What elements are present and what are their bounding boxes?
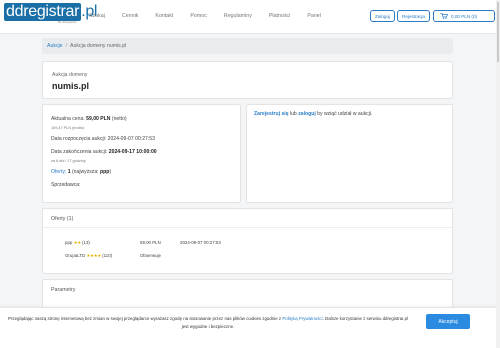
offers-count: 1 (67, 169, 71, 175)
offers-line: Oferty: 1 (najwyższa: ppp) (51, 169, 112, 175)
nav-help[interactable]: Pomoc (190, 13, 207, 19)
offers-link[interactable]: Oferty: (51, 169, 66, 175)
parameters-title: Parametry (51, 287, 76, 293)
register-button[interactable]: Rejestracja (397, 10, 430, 22)
star-rating-icon: ★★ (73, 240, 82, 245)
highest-bidder: ppp (100, 169, 110, 175)
login-link[interactable]: zaloguj (298, 111, 316, 117)
offers-panel: Oferty (1) ppp ★★ (13) 59,00 PLN 2024-09… (42, 208, 453, 274)
cart-button[interactable]: 0,00 PLN (0) (433, 10, 495, 22)
parameters-panel: Parametry (42, 279, 453, 309)
scrollbar-thumb[interactable] (497, 2, 499, 62)
breadcrumb-separator: / (65, 43, 68, 49)
watcher-user: GrupaLTD (65, 253, 86, 258)
gross-price: 109,47 PLN (brutto) (51, 126, 85, 130)
current-price-value: 59,00 PLN (86, 116, 111, 122)
domain-label: Aukcja domeny (52, 72, 88, 78)
nav-pricing[interactable]: Cennik (122, 13, 139, 19)
nav-contact[interactable]: Kontakt (155, 13, 173, 19)
register-link[interactable]: Zarejestruj się (254, 111, 289, 117)
offer-amount: 59,00 PLN (140, 240, 161, 245)
breadcrumb-current: Aukcja domeny numis.pl (70, 43, 127, 49)
domain-panel: Aukcja domeny numis.pl (42, 61, 453, 99)
logo-subtitle: By ddregistrar (58, 20, 77, 24)
logo-text: ddregistrar .pl (4, 3, 98, 21)
logo[interactable]: ddregistrar .pl By ddregistrar (4, 3, 98, 24)
cookie-text: Przeglądając naszą stronę internetową be… (8, 316, 408, 329)
current-price-line: Aktualna cena: 59,00 PLN (netto) (51, 116, 127, 122)
nav-search[interactable]: Szukaj (89, 13, 105, 19)
divider (43, 227, 452, 228)
time-remaining: za 6 dni i 17 godziny (51, 159, 86, 163)
nav-payments[interactable]: Płatności (269, 13, 291, 19)
end-date-value: 2024-09-17 10:00:00 (108, 149, 157, 155)
start-date-value: 2024-09-07 00:27:53 (107, 136, 155, 142)
register-prompt-panel: Zarejestruj się lub zaloguj by wziąć udz… (246, 104, 453, 203)
auction-info-panel: Aktualna cena: 59,00 PLN (netto) 109,47 … (42, 104, 241, 203)
star-rating-icon: ★★★★ (86, 253, 101, 258)
cookie-banner: Przeglądając naszą stronę internetową be… (0, 307, 500, 348)
offers-title: Oferty (1) (51, 216, 74, 222)
breadcrumb: Aukcje / Aukcja domeny numis.pl (42, 38, 453, 54)
watcher-row: GrupaLTD ★★★★ (110) Obserwuje (65, 253, 240, 259)
cart-icon (440, 13, 448, 19)
privacy-policy-link[interactable]: Polityką Prywatności (282, 316, 322, 321)
nav-panel[interactable]: Panel (307, 13, 321, 19)
end-date-line: Data zakończenia aukcji: 2024-09-17 10:0… (51, 149, 157, 155)
main-nav: Szukaj Cennik Kontakt Pomoc Regulaminy P… (89, 13, 338, 19)
accept-cookies-button[interactable]: Akceptuj (426, 314, 470, 329)
watcher-status: Obserwuje (140, 253, 161, 258)
nav-terms[interactable]: Regulaminy (224, 13, 252, 19)
cart-total: 0,00 PLN (0) (451, 13, 478, 19)
offer-date: 2024-09-07 00:27:53 (180, 240, 221, 245)
offer-user: ppp (65, 240, 73, 245)
register-prompt: Zarejestruj się lub zaloguj by wziąć udz… (254, 111, 373, 117)
seller-line: Sprzedawca: (51, 182, 81, 188)
header: ddregistrar .pl By ddregistrar Szukaj Cen… (0, 0, 500, 34)
offer-row: ppp ★★ (13) 59,00 PLN 2024-09-07 00:27:5… (65, 240, 240, 246)
breadcrumb-auctions-link[interactable]: Aukcje (47, 43, 63, 49)
domain-name: numis.pl (52, 81, 90, 91)
start-date-line: Data rozpoczęcia aukcji: 2024-09-07 00:2… (51, 136, 155, 142)
login-button[interactable]: Zaloguj (370, 10, 395, 22)
